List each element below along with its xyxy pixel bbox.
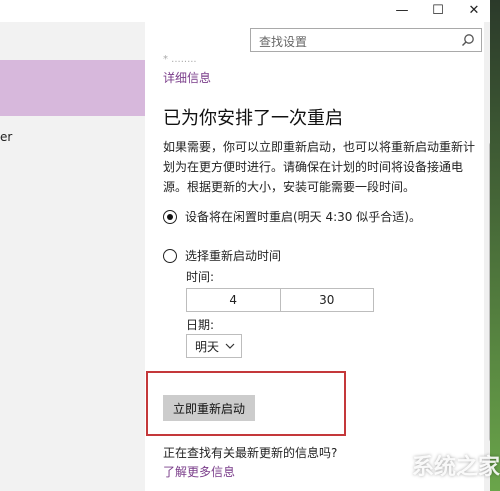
time-picker[interactable]: 4 30 — [186, 288, 374, 312]
sidebar-item-label[interactable]: er — [0, 130, 12, 144]
watermark-logo: 系统之家 — [411, 454, 500, 480]
search-icon[interactable] — [461, 33, 475, 47]
radio-auto-label: 设备将在闲置时重启(明天 4:30 似乎合适)。 — [185, 210, 421, 224]
learn-more-link[interactable]: 了解更多信息 — [163, 463, 235, 480]
restart-now-button[interactable]: 立即重新启动 — [163, 395, 255, 421]
description: 如果需要，你可以立即重新启动，也可以将重新启动重新计划为在更方便时进行。请确保在… — [163, 140, 476, 194]
title-bar: — ☐ ✕ — [0, 0, 500, 22]
search-input[interactable]: 查找设置 — [259, 33, 307, 50]
time-label: 时间: — [186, 270, 215, 284]
page-title: 已为你安排了一次重启 — [163, 108, 343, 129]
time-hour[interactable]: 4 — [187, 289, 280, 311]
chevron-down-icon — [225, 343, 235, 349]
partial-text: * ........ — [163, 54, 197, 65]
date-value: 明天 — [195, 339, 220, 354]
date-label: 日期: — [186, 318, 215, 332]
update-info-question: 正在查找有关最新更新的信息吗? — [163, 446, 338, 460]
search-box[interactable]: 查找设置 — [250, 28, 482, 52]
minimize-button[interactable]: — — [384, 0, 420, 20]
close-button[interactable]: ✕ — [456, 0, 492, 20]
option-choose-time[interactable]: 选择重新启动时间 — [163, 247, 281, 264]
radio-choose[interactable] — [163, 248, 177, 263]
time-minute[interactable]: 30 — [279, 289, 374, 311]
option-auto-restart[interactable]: 设备将在闲置时重启(明天 4:30 似乎合适)。 — [163, 208, 421, 225]
radio-choose-label: 选择重新启动时间 — [185, 249, 282, 263]
maximize-button[interactable]: ☐ — [420, 0, 456, 20]
sidebar: er — [0, 22, 145, 491]
date-select[interactable]: 明天 — [186, 334, 242, 358]
details-link[interactable]: 详细信息 — [163, 69, 211, 86]
desktop-background — [490, 0, 500, 491]
sidebar-item-selected[interactable] — [0, 60, 145, 116]
radio-auto[interactable] — [163, 209, 177, 224]
